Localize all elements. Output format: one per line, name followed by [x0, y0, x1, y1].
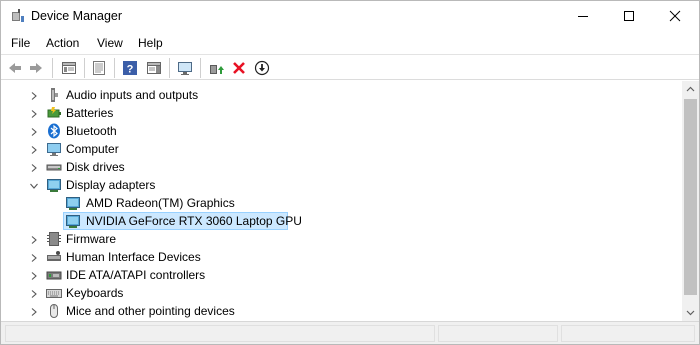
menu-view[interactable]: View — [97, 36, 123, 50]
tree-item-batteries[interactable]: Batteries — [2, 104, 682, 122]
action-pane-button[interactable] — [144, 58, 164, 78]
mouse-icon — [46, 303, 62, 319]
chevron-right-icon[interactable] — [29, 126, 39, 136]
back-button[interactable] — [5, 58, 25, 78]
chevron-right-icon[interactable] — [29, 144, 39, 154]
svg-text:?: ? — [127, 64, 134, 76]
window-title: Device Manager — [31, 9, 123, 23]
scrollbar-thumb[interactable] — [684, 99, 697, 295]
chevron-down-icon[interactable] — [29, 180, 39, 190]
status-pane — [5, 325, 435, 342]
bluetooth-icon — [46, 123, 62, 139]
disk-drive-icon — [46, 159, 62, 175]
chevron-right-icon[interactable] — [29, 306, 39, 316]
toolbar: ? — [1, 54, 699, 80]
tree-item-disk-drives[interactable]: Disk drives — [2, 158, 682, 176]
tree-item-label: Disk drives — [66, 160, 125, 174]
status-bar — [1, 321, 699, 344]
tree-item-label: Firmware — [66, 232, 116, 246]
tree-item-label: Mice and other pointing devices — [66, 304, 235, 318]
menu-bar: File Action View Help — [1, 32, 699, 54]
vertical-scrollbar[interactable] — [682, 81, 699, 321]
minimize-button[interactable] — [560, 1, 606, 32]
device-manager-app-icon — [9, 8, 25, 24]
display-adapter-icon — [65, 195, 81, 211]
tree-item-bluetooth[interactable]: Bluetooth — [2, 122, 682, 140]
keyboard-icon — [46, 285, 62, 301]
toolbar-separator — [169, 58, 170, 78]
device-tree[interactable]: Audio inputs and outputs Batteries Bluet… — [2, 81, 682, 321]
scroll-down-arrow-icon[interactable] — [682, 304, 699, 321]
console-tree-button[interactable] — [59, 58, 79, 78]
firmware-icon — [46, 231, 62, 247]
tree-item-computer[interactable]: Computer — [2, 140, 682, 158]
speaker-icon — [46, 87, 62, 103]
scroll-up-arrow-icon[interactable] — [682, 81, 699, 98]
tree-item-label: Keyboards — [66, 286, 124, 300]
tree-item-ide-ata-atapi-controllers[interactable]: IDE ATA/ATAPI controllers — [2, 266, 682, 284]
enable-device-button[interactable] — [252, 58, 272, 78]
maximize-button[interactable] — [606, 1, 652, 32]
menu-help[interactable]: Help — [138, 36, 163, 50]
tree-item-amd-radeon-graphics[interactable]: AMD Radeon(TM) Graphics — [2, 194, 682, 212]
tree-item-display-adapters[interactable]: Display adapters — [2, 176, 682, 194]
tree-item-nvidia-geforce-rtx-3060[interactable]: NVIDIA GeForce RTX 3060 Laptop GPU — [2, 212, 682, 230]
tree-item-audio-inputs-and-outputs[interactable]: Audio inputs and outputs — [2, 86, 682, 104]
close-button[interactable] — [652, 1, 698, 32]
chevron-right-icon[interactable] — [29, 162, 39, 172]
forward-button[interactable] — [26, 58, 46, 78]
tree-item-label: Audio inputs and outputs — [66, 88, 199, 102]
device-manager-window: Device Manager File Action View Help ? A… — [0, 0, 700, 345]
tree-item-label: Batteries — [66, 106, 114, 120]
chevron-right-icon[interactable] — [29, 108, 39, 118]
tree-item-human-interface-devices[interactable]: Human Interface Devices — [2, 248, 682, 266]
display-adapter-icon — [65, 213, 81, 229]
tree-item-label: Display adapters — [66, 178, 156, 192]
tree-item-label: Bluetooth — [66, 124, 117, 138]
uninstall-device-button[interactable] — [229, 58, 249, 78]
chevron-right-icon[interactable] — [29, 270, 39, 280]
tree-item-label: Human Interface Devices — [66, 250, 201, 264]
toolbar-separator — [114, 58, 115, 78]
tree-item-firmware[interactable]: Firmware — [2, 230, 682, 248]
help-button[interactable]: ? — [120, 58, 140, 78]
tree-item-mice-and-other-pointing-devices[interactable]: Mice and other pointing devices — [2, 302, 682, 320]
chevron-right-icon[interactable] — [29, 288, 39, 298]
scan-hardware-button[interactable] — [175, 58, 195, 78]
chevron-right-icon[interactable] — [29, 252, 39, 262]
menu-file[interactable]: File — [11, 36, 30, 50]
display-adapter-icon — [46, 177, 62, 193]
chevron-right-icon[interactable] — [29, 90, 39, 100]
properties-button[interactable] — [89, 58, 109, 78]
chevron-right-icon[interactable] — [29, 234, 39, 244]
computer-icon — [46, 141, 62, 157]
tree-item-label: AMD Radeon(TM) Graphics — [86, 196, 235, 210]
hid-icon — [46, 249, 62, 265]
update-driver-button[interactable] — [206, 58, 226, 78]
battery-icon — [46, 105, 62, 121]
ide-controller-icon — [46, 267, 62, 283]
title-bar[interactable]: Device Manager — [1, 1, 699, 32]
tree-item-label: NVIDIA GeForce RTX 3060 Laptop GPU — [86, 214, 302, 228]
status-pane — [561, 325, 695, 342]
tree-item-keyboards[interactable]: Keyboards — [2, 284, 682, 302]
tree-item-label: Computer — [66, 142, 119, 156]
status-pane — [438, 325, 558, 342]
toolbar-separator — [200, 58, 201, 78]
toolbar-separator — [84, 58, 85, 78]
tree-item-label: IDE ATA/ATAPI controllers — [66, 268, 206, 282]
menu-action[interactable]: Action — [46, 36, 79, 50]
toolbar-separator — [52, 58, 53, 78]
